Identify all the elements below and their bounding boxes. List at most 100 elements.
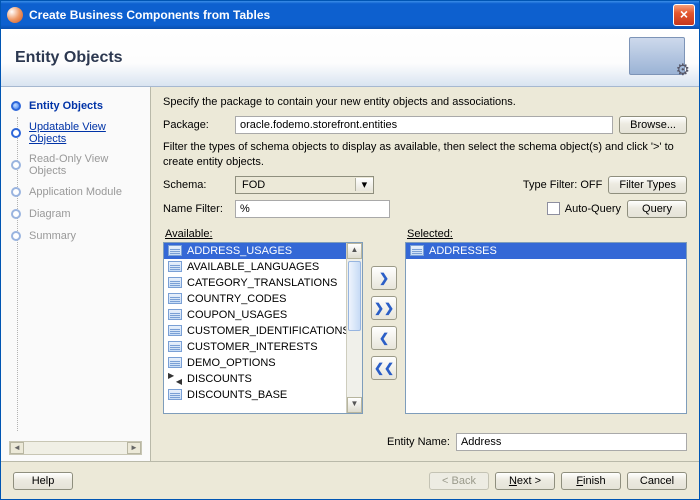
table-icon (168, 389, 182, 400)
table-icon (410, 245, 424, 256)
step-label: Diagram (29, 208, 71, 220)
wizard-window: Create Business Components from Tables ×… (0, 0, 700, 500)
remove-button[interactable]: ❮ (371, 326, 397, 350)
schema-label: Schema: (163, 179, 229, 191)
table-icon (168, 341, 182, 352)
available-listbox[interactable]: ADDRESS_USAGES AVAILABLE_LANGUAGES CATEGOR… (163, 242, 363, 414)
add-all-button[interactable]: ❯❯ (371, 296, 397, 320)
list-item[interactable]: CUSTOMER_IDENTIFICATIONS (164, 323, 346, 339)
step-dot-icon (11, 187, 21, 197)
step-dot-icon (11, 209, 21, 219)
query-button[interactable]: Query (627, 200, 687, 218)
table-icon (168, 357, 182, 368)
step-dot-icon (11, 231, 21, 241)
discount-icon (168, 373, 182, 384)
checkbox-icon (547, 202, 560, 215)
name-filter-input[interactable] (235, 200, 390, 218)
step-label: Application Module (29, 186, 122, 198)
browse-button[interactable]: Browse... (619, 116, 687, 134)
step-dot-icon (11, 128, 21, 138)
cancel-button[interactable]: Cancel (627, 472, 687, 490)
item-label: CATEGORY_TRANSLATIONS (187, 277, 337, 289)
list-item[interactable]: COUPON_USAGES (164, 307, 346, 323)
step-label: Entity Objects (29, 100, 103, 112)
table-icon (168, 309, 182, 320)
item-label: ADDRESS_USAGES (187, 245, 292, 257)
step-label: Summary (29, 230, 76, 242)
wizard-footer: Help < Back Next > Finish Cancel (1, 461, 699, 499)
item-label: COUNTRY_CODES (187, 293, 286, 305)
scroll-left-icon[interactable]: ◄ (10, 442, 24, 454)
scroll-up-icon[interactable]: ▲ (347, 243, 362, 259)
list-item[interactable]: AVAILABLE_LANGUAGES (164, 259, 346, 275)
item-label: COUPON_USAGES (187, 309, 287, 321)
list-item[interactable]: CATEGORY_TRANSLATIONS (164, 275, 346, 291)
selected-label: Selected: (407, 228, 687, 240)
wizard-step-application-module: Application Module (1, 181, 150, 203)
schema-combo[interactable]: FOD ▾ (235, 176, 374, 194)
close-icon[interactable]: × (673, 4, 695, 26)
app-icon (7, 7, 23, 23)
list-item[interactable]: DEMO_OPTIONS (164, 355, 346, 371)
table-icon (168, 293, 182, 304)
table-icon (168, 261, 182, 272)
selected-column: Selected: ADDRESSES (405, 224, 687, 423)
package-input[interactable] (235, 116, 613, 134)
available-scrollbar[interactable]: ▲ ▼ (346, 243, 362, 413)
help-button[interactable]: Help (13, 472, 73, 490)
selected-listbox[interactable]: ADDRESSES (405, 242, 687, 414)
wizard-step-diagram: Diagram (1, 203, 150, 225)
header-band: Entity Objects (1, 29, 699, 87)
item-label: CUSTOMER_INTERESTS (187, 341, 318, 353)
scroll-down-icon[interactable]: ▼ (347, 397, 362, 413)
shuttle-area: Available: ADDRESS_USAGES AVAILABLE_LANGU… (163, 224, 687, 423)
list-item[interactable]: DISCOUNTS (164, 371, 346, 387)
remove-all-button[interactable]: ❮❮ (371, 356, 397, 380)
available-column: Available: ADDRESS_USAGES AVAILABLE_LANGU… (163, 224, 363, 423)
step-dot-icon (11, 101, 21, 111)
table-icon (168, 325, 182, 336)
auto-query-checkbox[interactable]: Auto-Query (547, 202, 621, 215)
wizard-step-summary: Summary (1, 225, 150, 247)
window-title: Create Business Components from Tables (29, 8, 673, 22)
type-filter-status: Type Filter: OFF (523, 179, 602, 191)
titlebar[interactable]: Create Business Components from Tables × (1, 1, 699, 29)
list-item[interactable]: ADDRESS_USAGES (164, 243, 346, 259)
content-pane: Specify the package to contain your new … (151, 87, 699, 461)
list-item[interactable]: COUNTRY_CODES (164, 291, 346, 307)
list-item[interactable]: ADDRESSES (406, 243, 686, 259)
wizard-step-entity-objects[interactable]: Entity Objects (1, 95, 150, 117)
entity-name-input[interactable] (456, 433, 687, 451)
name-filter-row: Name Filter: Auto-Query Query (163, 200, 687, 218)
available-label: Available: (165, 228, 363, 240)
filter-types-button[interactable]: Filter Types (608, 176, 687, 194)
scroll-right-icon[interactable]: ► (127, 442, 141, 454)
step-label: Read-Only View Objects (29, 153, 144, 177)
item-label: DISCOUNTS_BASE (187, 389, 287, 401)
wizard-step-updatable-view-objects[interactable]: Updatable View Objects (1, 117, 150, 149)
list-item[interactable]: CUSTOMER_INTERESTS (164, 339, 346, 355)
page-title: Entity Objects (15, 49, 123, 67)
item-label: AVAILABLE_LANGUAGES (187, 261, 319, 273)
item-label: DEMO_OPTIONS (187, 357, 276, 369)
scroll-thumb[interactable] (348, 261, 361, 331)
table-icon (168, 277, 182, 288)
schema-value: FOD (236, 177, 355, 193)
entity-name-label: Entity Name: (387, 436, 450, 448)
instructions-package: Specify the package to contain your new … (163, 95, 687, 110)
schema-row: Schema: FOD ▾ Type Filter: OFF Filter Ty… (163, 176, 687, 194)
next-button[interactable]: Next > (495, 472, 555, 490)
list-item[interactable]: DISCOUNTS_BASE (164, 387, 346, 403)
step-label: Updatable View Objects (29, 121, 144, 145)
entity-name-row: Entity Name: (163, 433, 687, 451)
finish-button[interactable]: Finish (561, 472, 621, 490)
item-label: ADDRESSES (429, 245, 497, 257)
add-button[interactable]: ❯ (371, 266, 397, 290)
package-label: Package: (163, 119, 229, 131)
wizard-steps-sidebar: Entity Objects Updatable View Objects Read… (1, 87, 151, 461)
sidebar-scrollbar[interactable]: ◄ ► (9, 441, 142, 455)
chevron-down-icon[interactable]: ▾ (355, 178, 373, 191)
back-button: < Back (429, 472, 489, 490)
header-decoration-icon (629, 37, 685, 75)
wizard-step-read-only-view-objects: Read-Only View Objects (1, 149, 150, 181)
